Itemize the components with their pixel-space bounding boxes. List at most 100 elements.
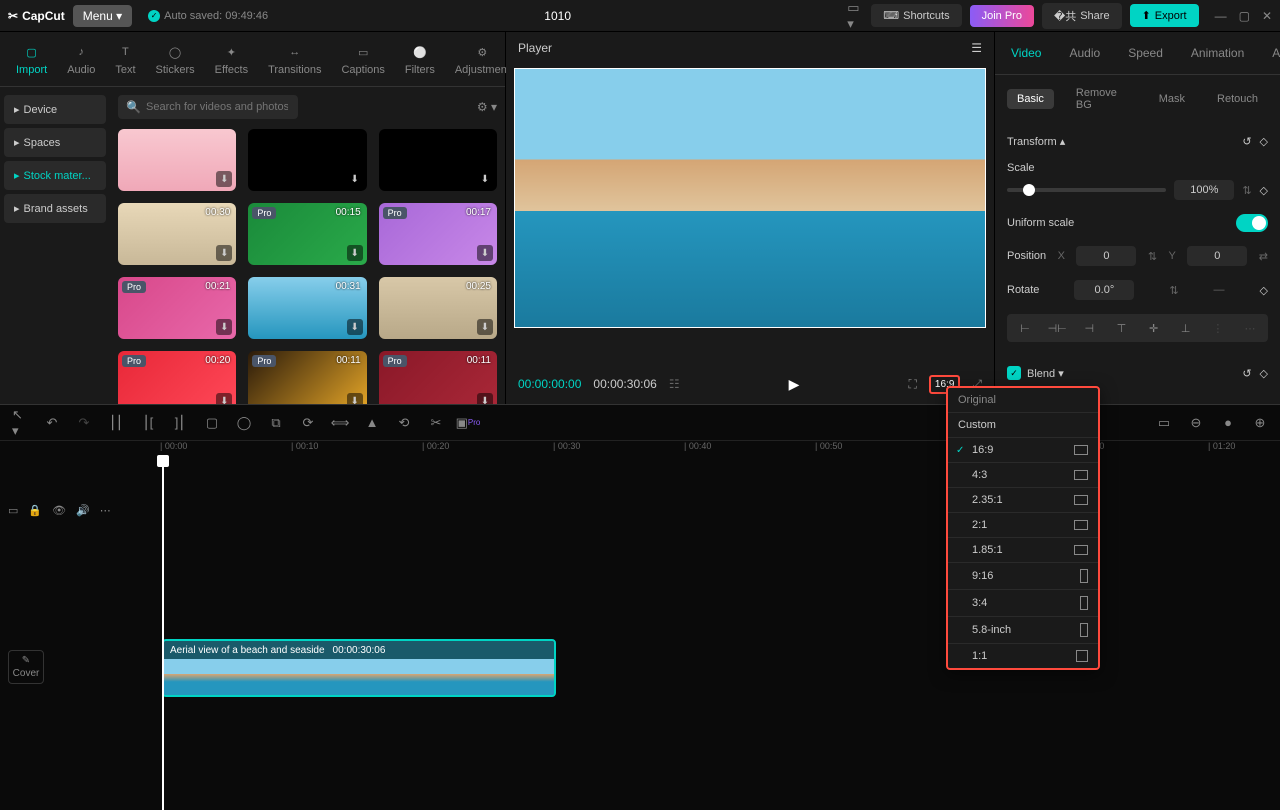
- stepper-icon[interactable]: ⇅: [1148, 250, 1157, 263]
- lock-icon[interactable]: 🔒: [28, 504, 42, 517]
- keyframe-icon[interactable]: ◇: [1260, 184, 1268, 197]
- eye-icon[interactable]: 👁: [52, 504, 66, 517]
- ratio-option-2-1[interactable]: 2:1: [948, 513, 1098, 538]
- position-y-input[interactable]: 0: [1187, 246, 1247, 266]
- ratio-option-16-9[interactable]: 16:9: [948, 438, 1098, 463]
- ratio-option-5-8-inch[interactable]: 5.8-inch: [948, 617, 1098, 644]
- menu-icon[interactable]: ☰: [971, 41, 982, 55]
- media-item-2[interactable]: ⬇: [379, 129, 497, 191]
- more-icon[interactable]: ⋯: [100, 504, 111, 517]
- trim-right-icon[interactable]: ]⎮: [172, 415, 188, 431]
- speaker-icon[interactable]: 🔊: [76, 504, 90, 517]
- distribute-h-icon[interactable]: ⋮: [1204, 318, 1232, 338]
- subtab-retouch[interactable]: Retouch: [1207, 89, 1268, 109]
- align-center-v-icon[interactable]: ✛: [1140, 318, 1168, 338]
- download-icon[interactable]: ⬇: [216, 171, 232, 187]
- download-icon[interactable]: ⬇: [477, 393, 493, 404]
- tab-captions[interactable]: ▭Captions: [333, 38, 392, 80]
- keyframe-icon[interactable]: ◇: [1260, 284, 1268, 297]
- split-icon[interactable]: ⎮⎮: [108, 415, 124, 431]
- close-icon[interactable]: ✕: [1262, 9, 1272, 23]
- inspector-tab-speed[interactable]: Speed: [1116, 40, 1175, 66]
- crop-icon[interactable]: ✂: [428, 415, 444, 431]
- loop-icon[interactable]: ⟳: [300, 415, 316, 431]
- project-title[interactable]: 1010: [276, 9, 839, 23]
- download-icon[interactable]: ⬇: [347, 393, 363, 404]
- align-left-icon[interactable]: ⊢: [1011, 318, 1039, 338]
- trim-left-icon[interactable]: ⎮[: [140, 415, 156, 431]
- align-center-h-icon[interactable]: ⊣⊢: [1043, 318, 1071, 338]
- subtab-remove-bg[interactable]: Remove BG: [1066, 83, 1137, 115]
- sidebar-item-1[interactable]: ▸Spaces: [4, 128, 106, 157]
- redo-icon[interactable]: ↷: [76, 415, 92, 431]
- ratio-option-9-16[interactable]: 9:16: [948, 563, 1098, 590]
- reset-icon[interactable]: ↺: [1242, 135, 1251, 148]
- tab-filters[interactable]: ⚪Filters: [397, 38, 443, 80]
- flip-icon[interactable]: ▲: [364, 415, 380, 431]
- download-icon[interactable]: ⬇: [347, 245, 363, 261]
- search-input[interactable]: [118, 95, 298, 119]
- media-item-10[interactable]: Pro00:11⬇: [248, 351, 366, 404]
- media-item-8[interactable]: 00:25⬇: [379, 277, 497, 339]
- preview-icon[interactable]: ▭: [1156, 415, 1172, 431]
- align-top-icon[interactable]: ⊤: [1107, 318, 1135, 338]
- scale-slider[interactable]: [1007, 188, 1166, 192]
- preview-icon[interactable]: ▭: [8, 504, 18, 517]
- inspector-tab-video[interactable]: Video: [999, 40, 1053, 66]
- maximize-icon[interactable]: ▢: [1239, 9, 1250, 23]
- inspector-tab-adjust[interactable]: Adjust: [1260, 40, 1280, 66]
- media-item-6[interactable]: Pro00:21⬇: [118, 277, 236, 339]
- join-pro-button[interactable]: Join Pro: [970, 5, 1034, 27]
- inspector-tab-audio[interactable]: Audio: [1057, 40, 1112, 66]
- download-icon[interactable]: ⬇: [347, 319, 363, 335]
- ratio-option-2-35-1[interactable]: 2.35:1: [948, 488, 1098, 513]
- keyframe-icon[interactable]: ◇: [1260, 367, 1268, 380]
- player-canvas[interactable]: [514, 68, 986, 328]
- ratio-option-1-1[interactable]: 1:1: [948, 644, 1098, 668]
- uniform-scale-toggle[interactable]: [1236, 214, 1268, 232]
- rotate-icon[interactable]: —: [1214, 284, 1225, 296]
- timeline-track[interactable]: Aerial view of a beach and seaside 00:00…: [160, 461, 1280, 810]
- pro-tool-icon[interactable]: ▣Pro: [460, 415, 476, 431]
- align-bottom-icon[interactable]: ⊥: [1172, 318, 1200, 338]
- download-icon[interactable]: ⬇: [216, 393, 232, 404]
- media-item-4[interactable]: Pro00:15⬇: [248, 203, 366, 265]
- ratio-original[interactable]: Original: [948, 388, 1098, 413]
- playhead[interactable]: [162, 461, 164, 810]
- download-icon[interactable]: ⬇: [216, 319, 232, 335]
- mirror-icon[interactable]: ⟺: [332, 415, 348, 431]
- distribute-v-icon[interactable]: ⋯: [1236, 318, 1264, 338]
- media-item-9[interactable]: Pro00:20⬇: [118, 351, 236, 404]
- list-icon[interactable]: ☷: [669, 377, 680, 391]
- tab-audio[interactable]: ♪Audio: [59, 38, 103, 80]
- tab-transitions[interactable]: ↔Transitions: [260, 38, 329, 80]
- media-item-0[interactable]: ⬇: [118, 129, 236, 191]
- layers-icon[interactable]: ⧉: [268, 415, 284, 431]
- media-item-1[interactable]: ⬇: [248, 129, 366, 191]
- select-tool-icon[interactable]: ↖ ▾: [12, 415, 28, 431]
- media-item-5[interactable]: Pro00:17⬇: [379, 203, 497, 265]
- ratio-custom[interactable]: Custom: [948, 413, 1098, 438]
- cover-button[interactable]: ✎ Cover: [8, 650, 44, 684]
- zoom-in-icon[interactable]: ⊕: [1252, 415, 1268, 431]
- stepper-icon[interactable]: ⇅: [1242, 184, 1251, 197]
- ratio-option-1-85-1[interactable]: 1.85:1: [948, 538, 1098, 563]
- reset-icon[interactable]: ↺: [1242, 367, 1251, 380]
- minimize-icon[interactable]: —: [1215, 9, 1227, 23]
- sidebar-item-3[interactable]: ▸Brand assets: [4, 194, 106, 223]
- media-item-3[interactable]: 00:30⬇: [118, 203, 236, 265]
- media-item-11[interactable]: Pro00:11⬇: [379, 351, 497, 404]
- sidebar-item-0[interactable]: ▸Device: [4, 95, 106, 124]
- align-right-icon[interactable]: ⊣: [1075, 318, 1103, 338]
- delete-icon[interactable]: ▢: [204, 415, 220, 431]
- zoom-out-icon[interactable]: ⊖: [1188, 415, 1204, 431]
- tab-stickers[interactable]: ◯Stickers: [148, 38, 203, 80]
- focus-icon[interactable]: ⛶: [909, 377, 917, 392]
- tab-effects[interactable]: ✦Effects: [207, 38, 256, 80]
- export-button[interactable]: ⬆ Export: [1130, 4, 1199, 27]
- tab-import[interactable]: ▢Import: [8, 38, 55, 80]
- inspector-tab-animation[interactable]: Animation: [1179, 40, 1256, 66]
- aspect-icon[interactable]: ▭ ▾: [847, 8, 863, 24]
- marker-icon[interactable]: ◯: [236, 415, 252, 431]
- download-icon[interactable]: ⬇: [216, 245, 232, 261]
